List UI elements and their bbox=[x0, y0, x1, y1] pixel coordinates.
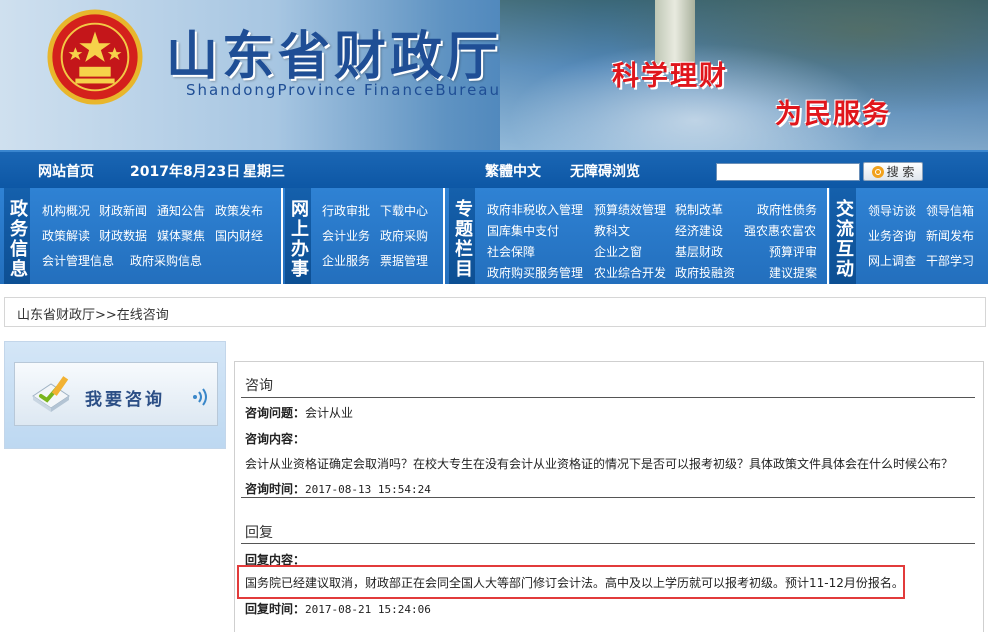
consult-content-label-row: 咨询内容： bbox=[245, 430, 305, 447]
reply-time-row: 回复时间：2017-08-21 15:24:06 bbox=[245, 600, 431, 617]
consult-question-row: 咨询问题：会计从业 bbox=[245, 404, 353, 421]
nav-link-economic-construction[interactable]: 经济建设 bbox=[675, 222, 723, 239]
nav-link-accounting-business[interactable]: 会计业务 bbox=[322, 227, 370, 244]
consult-time-row: 咨询时间：2017-08-13 15:54:24 bbox=[245, 480, 431, 497]
nav-link-agriculture-support[interactable]: 强农惠农富农 bbox=[744, 222, 816, 239]
national-emblem-icon bbox=[47, 9, 143, 105]
nav-link-proposals[interactable]: 建议提案 bbox=[769, 264, 817, 281]
nav-link-non-tax-revenue[interactable]: 政府非税收入管理 bbox=[487, 201, 583, 218]
nav-head-special-topics: 专题栏目 bbox=[449, 188, 475, 284]
divider bbox=[241, 497, 975, 498]
nav-link-treasury-payment[interactable]: 国库集中支付 bbox=[487, 222, 559, 239]
home-link[interactable]: 网站首页 bbox=[38, 161, 94, 181]
nav-link-download-center[interactable]: 下载中心 bbox=[380, 202, 428, 219]
consultation-detail: 咨询 咨询问题：会计从业 咨询内容： 会计从业资格证确定会取消吗？在校大专生在没… bbox=[234, 361, 984, 632]
main-navigation: 政务信息 机构概况 财政新闻 通知公告 政策发布 政策解读 财政数据 媒体聚焦 … bbox=[0, 188, 988, 284]
nav-link-leader-mailbox[interactable]: 领导信箱 bbox=[926, 202, 974, 219]
site-banner: 山东省财政厅 ShandongProvince FinanceBureau 科学… bbox=[0, 0, 988, 150]
nav-link-procurement-info[interactable]: 政府采购信息 bbox=[130, 252, 202, 269]
nav-link-finance-news[interactable]: 财政新闻 bbox=[99, 202, 147, 219]
nav-link-enterprise-window[interactable]: 企业之窗 bbox=[594, 243, 642, 260]
consult-time-value: 2017-08-13 15:54:24 bbox=[305, 483, 431, 496]
nav-link-grassroots-finance[interactable]: 基层财政 bbox=[675, 243, 723, 260]
nav-link-online-survey[interactable]: 网上调查 bbox=[868, 252, 916, 269]
notepad-pencil-icon bbox=[32, 376, 70, 412]
nav-link-press-release[interactable]: 新闻发布 bbox=[926, 227, 974, 244]
top-bar: 网站首页 2017年8月23日 星期三 繁體中文 无障碍浏览 搜 索 bbox=[0, 150, 988, 188]
consult-content-text: 会计从业资格证确定会取消吗？在校大专生在没有会计从业资格证的情况下是否可以报考初… bbox=[245, 457, 954, 471]
site-english-title: ShandongProvince FinanceBureau bbox=[186, 81, 501, 99]
reply-time-label: 回复时间： bbox=[245, 602, 306, 616]
nav-link-accounting-info[interactable]: 会计管理信息 bbox=[42, 252, 114, 269]
nav-link-leader-interview[interactable]: 领导访谈 bbox=[868, 202, 916, 219]
search-button-label: 搜 索 bbox=[886, 165, 915, 179]
nav-link-gov-investment[interactable]: 政府投融资 bbox=[675, 264, 735, 281]
site-title: 山东省财政厅 bbox=[166, 26, 503, 87]
nav-link-domestic-finance[interactable]: 国内财经 bbox=[215, 227, 263, 244]
signal-waves-icon bbox=[193, 388, 207, 406]
nav-link-enterprise-service[interactable]: 企业服务 bbox=[322, 252, 370, 269]
search-icon bbox=[871, 165, 884, 178]
nav-link-budget-review[interactable]: 预算评审 bbox=[769, 243, 817, 260]
search-input[interactable] bbox=[716, 163, 860, 181]
search-button[interactable]: 搜 索 bbox=[863, 162, 923, 181]
nav-link-gov-debt[interactable]: 政府性债务 bbox=[757, 201, 817, 218]
traditional-chinese-link[interactable]: 繁體中文 bbox=[485, 161, 541, 181]
nav-link-business-consult[interactable]: 业务咨询 bbox=[868, 227, 916, 244]
reply-section-title: 回复 bbox=[245, 525, 273, 541]
ask-question-button[interactable]: 我要咨询 bbox=[14, 362, 218, 426]
banner-scenery bbox=[500, 0, 988, 150]
divider bbox=[241, 397, 975, 398]
nav-link-policy-release[interactable]: 政策发布 bbox=[215, 202, 263, 219]
reply-content-text: 国务院已经建议取消，财政部正在会同全国人大等部门修订会计法。高中及以上学历就可以… bbox=[245, 576, 904, 590]
breadcrumb: 山东省财政厅>>在线咨询 bbox=[4, 297, 986, 327]
consult-question-value: 会计从业 bbox=[305, 406, 354, 420]
nav-link-notices[interactable]: 通知公告 bbox=[157, 202, 205, 219]
nav-head-interaction: 交流互动 bbox=[830, 188, 856, 284]
nav-link-social-security[interactable]: 社会保障 bbox=[487, 243, 535, 260]
nav-link-org-overview[interactable]: 机构概况 bbox=[42, 202, 90, 219]
nav-link-gov-procurement[interactable]: 政府采购 bbox=[380, 227, 428, 244]
nav-link-agri-development[interactable]: 农业综合开发 bbox=[594, 264, 666, 281]
nav-separator bbox=[281, 188, 283, 284]
nav-link-policy-interpretation[interactable]: 政策解读 bbox=[42, 227, 90, 244]
divider bbox=[241, 543, 975, 544]
nav-link-education-science[interactable]: 教科文 bbox=[594, 222, 630, 239]
nav-link-cadre-study[interactable]: 干部学习 bbox=[926, 252, 974, 269]
nav-link-bill-management[interactable]: 票据管理 bbox=[380, 252, 428, 269]
nav-link-tax-reform[interactable]: 税制改革 bbox=[675, 201, 723, 218]
nav-link-gov-purchase-services[interactable]: 政府购买服务管理 bbox=[487, 264, 583, 281]
nav-link-finance-data[interactable]: 财政数据 bbox=[99, 227, 147, 244]
breadcrumb-text[interactable]: 山东省财政厅>>在线咨询 bbox=[17, 304, 169, 323]
nav-link-admin-approval[interactable]: 行政审批 bbox=[322, 202, 370, 219]
nav-head-gov-info: 政务信息 bbox=[4, 188, 30, 284]
consult-question-label: 咨询问题： bbox=[245, 406, 306, 420]
nav-link-budget-performance[interactable]: 预算绩效管理 bbox=[594, 201, 666, 218]
reply-time-value: 2017-08-21 15:24:06 bbox=[305, 603, 431, 616]
consult-content-label: 咨询内容： bbox=[245, 432, 306, 446]
nav-link-media-focus[interactable]: 媒体聚焦 bbox=[157, 227, 205, 244]
nav-head-online-service: 网上办事 bbox=[285, 188, 311, 284]
left-sidebar: 我要咨询 bbox=[4, 341, 226, 449]
slogan-2: 为民服务 bbox=[775, 99, 891, 130]
current-weekday: 星期三 bbox=[243, 164, 285, 180]
accessible-browse-link[interactable]: 无障碍浏览 bbox=[570, 161, 640, 181]
nav-separator bbox=[827, 188, 829, 284]
current-date: 2017年8月23日 bbox=[130, 164, 241, 180]
consult-section-title: 咨询 bbox=[245, 378, 273, 394]
slogan-1: 科学理财 bbox=[612, 61, 728, 92]
nav-separator bbox=[443, 188, 445, 284]
consult-time-label: 咨询时间： bbox=[245, 482, 306, 496]
ask-question-label: 我要咨询 bbox=[85, 390, 165, 410]
